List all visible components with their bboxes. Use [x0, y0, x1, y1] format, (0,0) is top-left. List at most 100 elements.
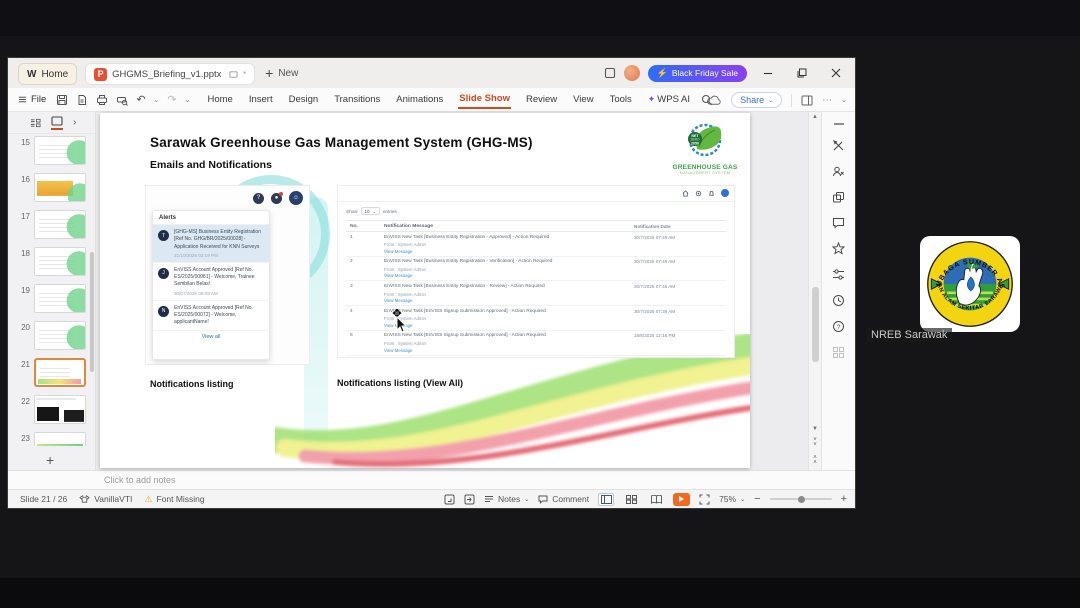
theme-indicator[interactable]: VanillaVTI	[79, 494, 132, 504]
help-icon[interactable]: ?	[832, 320, 845, 333]
task-window-icon[interactable]	[444, 494, 455, 505]
more-options-icon[interactable]: ⋯	[822, 95, 832, 106]
menu-item-wps-ai[interactable]: ✦ WPS AI	[647, 91, 691, 108]
fit-slide-icon[interactable]	[699, 494, 710, 505]
redo-icon[interactable]: ↷	[167, 93, 176, 106]
slide-thumbnail-row-21[interactable]: 21	[16, 358, 95, 387]
menu-item-slide-show[interactable]: Slide Show	[458, 90, 511, 109]
font-missing-warning[interactable]: ⚠ Font Missing	[144, 494, 204, 505]
assistant-icon[interactable]	[832, 165, 845, 178]
menu-item-review[interactable]: Review	[525, 91, 558, 108]
star-icon[interactable]	[832, 242, 845, 255]
menu-item-insert[interactable]: Insert	[248, 91, 274, 108]
collapse-rail-icon[interactable]	[833, 122, 845, 126]
slide-thumbnail[interactable]	[34, 395, 86, 424]
scrollbar-thumb[interactable]	[812, 287, 819, 362]
scroll-down-icon[interactable]: ▼	[809, 426, 821, 432]
slide-thumbnail-row-17[interactable]: 17	[16, 210, 95, 239]
show-label: Show	[346, 208, 358, 214]
slide-thumbnail[interactable]	[34, 247, 86, 276]
notes-toggle[interactable]: Notes ⌄	[484, 494, 529, 504]
outline-view-icon[interactable]	[30, 118, 41, 128]
print-icon[interactable]	[96, 94, 108, 106]
tools-icon[interactable]	[832, 139, 845, 152]
undo-icon[interactable]: ↶	[136, 93, 145, 106]
slide-thumbnail-row-19[interactable]: 19	[16, 284, 95, 313]
menu-item-view[interactable]: View	[572, 91, 594, 108]
alert-item[interactable]: T [GHG-MS] Business Entity Registration …	[153, 225, 269, 263]
share-button[interactable]: Share ⌄	[731, 92, 783, 108]
menu-item-animations[interactable]: Animations	[395, 91, 444, 108]
row-number: 3	[350, 283, 353, 289]
undo-dropdown-icon[interactable]: ⌄	[154, 96, 160, 104]
next-slide-button[interactable]: ˄ ˄	[809, 455, 821, 466]
cloud-sync-icon[interactable]	[707, 95, 722, 106]
slide-thumbnail[interactable]	[34, 432, 86, 446]
slide-thumbnail-row-23[interactable]: 23	[16, 432, 95, 446]
previous-slide-button[interactable]: ˅ ˅	[809, 437, 821, 448]
collapse-panel-icon[interactable]: ›	[73, 117, 76, 128]
layout-panel-icon[interactable]	[801, 95, 813, 106]
history-clock-icon[interactable]	[832, 294, 845, 307]
zoom-slider[interactable]	[769, 495, 832, 503]
slide-thumbnail[interactable]	[34, 136, 86, 165]
menu-item-home[interactable]: Home	[207, 91, 234, 108]
shapes-icon[interactable]	[832, 191, 845, 204]
file-menu-button[interactable]: File	[18, 94, 46, 105]
slide-thumbnail-row-18[interactable]: 18	[16, 247, 95, 276]
participant-tile[interactable]: LEMBAGA SUMBER ASLI DAN ALAM SEKITAR SAR…	[860, 160, 1080, 410]
collapse-ribbon-icon[interactable]: ⌄	[841, 96, 847, 104]
slideshow-play-button[interactable]	[673, 492, 691, 506]
slide-number: 23	[21, 434, 30, 443]
black-friday-sale-button[interactable]: ⚡ Black Friday Sale	[647, 64, 747, 82]
normal-view-button[interactable]	[598, 492, 615, 506]
slide-thumbnail[interactable]	[34, 321, 86, 350]
new-tab-button[interactable]: + New	[265, 65, 298, 81]
document-tab[interactable]: P GHGMS_Briefing_v1.pptx *	[85, 63, 256, 85]
add-slide-button[interactable]: +	[46, 452, 54, 468]
divider	[338, 201, 734, 202]
slide-number: 15	[21, 138, 30, 147]
apps-grid-icon[interactable]	[832, 346, 845, 359]
zoom-level[interactable]: 75% ⌄	[719, 494, 745, 504]
save-icon[interactable]	[56, 94, 68, 106]
canvas-scrollbar[interactable]: ▲ ▼ ˅ ˅ ˄ ˄	[808, 112, 821, 470]
home-tab[interactable]: W Home	[18, 63, 78, 85]
slide-thumbnail[interactable]	[34, 284, 86, 313]
slide-sorter-view-button[interactable]	[623, 493, 639, 506]
slide-thumbnail[interactable]	[34, 358, 86, 387]
comment-icon[interactable]	[832, 217, 845, 229]
zoom-out-button[interactable]: −	[754, 493, 760, 505]
notes-bar[interactable]: Click to add notes	[8, 470, 855, 489]
current-slide[interactable]: Sarawak Greenhouse Gas Management System…	[100, 113, 750, 468]
slide-thumbnail-row-16[interactable]: 16	[16, 173, 95, 202]
minimize-button[interactable]	[755, 63, 781, 83]
alert-item[interactable]: N EnVISS Account Approved [Ref No. ES/20…	[153, 301, 269, 332]
maximize-button[interactable]	[789, 63, 815, 83]
slide-thumbnail-row-22[interactable]: 22	[16, 395, 95, 424]
settings-sliders-icon[interactable]	[832, 268, 845, 281]
panel-scrollbar[interactable]	[90, 252, 94, 372]
menu-item-tools[interactable]: Tools	[609, 91, 633, 108]
slide-thumbnail[interactable]	[34, 210, 86, 239]
print-preview-icon[interactable]	[116, 94, 129, 106]
account-avatar[interactable]	[623, 65, 640, 81]
close-button[interactable]	[823, 63, 849, 83]
menu-item-design[interactable]: Design	[288, 91, 320, 108]
slide-view-icon[interactable]	[51, 116, 63, 130]
slide-thumbnail-row-15[interactable]: 15	[16, 136, 95, 165]
zoom-slider-knob[interactable]	[797, 495, 805, 503]
export-panel-icon[interactable]	[464, 494, 475, 505]
reading-view-button[interactable]	[648, 493, 664, 506]
output-icon[interactable]	[76, 94, 88, 106]
slide-thumbnail[interactable]	[34, 173, 86, 202]
menu-item-transitions[interactable]: Transitions	[333, 91, 381, 108]
scroll-up-icon[interactable]: ▲	[809, 114, 821, 120]
slide-thumbnail-row-20[interactable]: 20	[16, 321, 95, 350]
slide-canvas-area: Sarawak Greenhouse Gas Management System…	[96, 112, 821, 470]
toolbar-more-icon[interactable]: ⌄	[185, 96, 191, 104]
comment-button[interactable]: Comment	[538, 494, 589, 504]
alert-item[interactable]: J EnVISS Account Approved [Ref No. ES/20…	[153, 263, 269, 301]
zoom-in-button[interactable]: +	[841, 493, 847, 505]
window-switch-icon[interactable]	[604, 67, 616, 79]
